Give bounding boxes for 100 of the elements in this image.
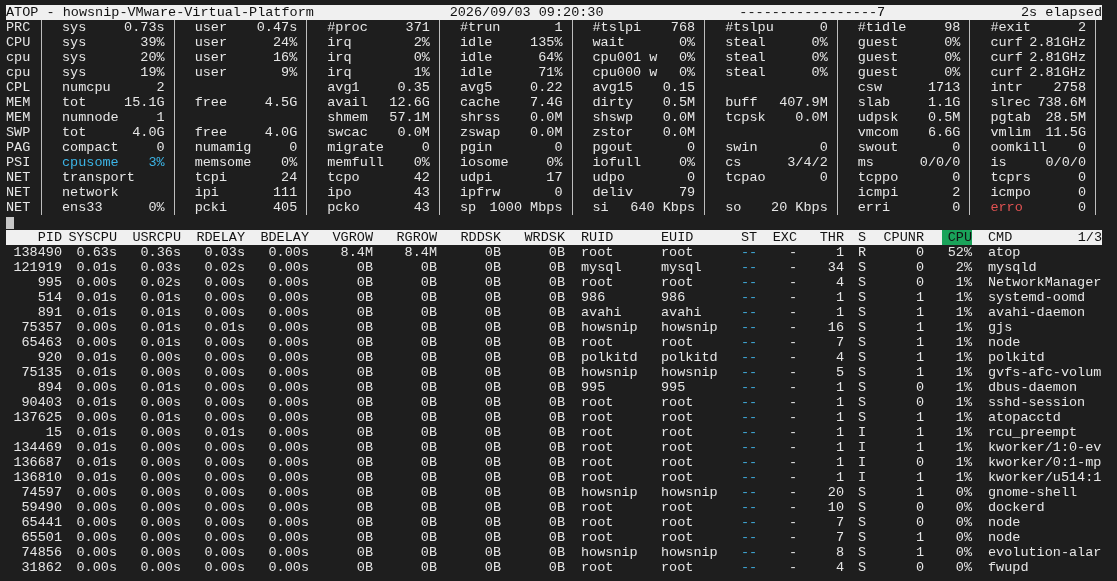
table-cell: 0B — [420, 275, 437, 290]
metric-label: user — [194, 65, 228, 80]
metric-label: memsome — [194, 155, 252, 170]
table-cell: - — [788, 560, 797, 575]
metric-value: 0/0/0 — [919, 155, 961, 170]
table-cell: 0B — [420, 365, 437, 380]
table-cell: 8.4M — [404, 245, 437, 260]
column-header: BDELAY — [260, 230, 309, 245]
table-cell: 0.00s — [140, 515, 181, 530]
metric-label: tot — [62, 125, 87, 140]
elapsed-time: 2s elapsed — [1020, 5, 1102, 20]
table-cell: 0B — [548, 560, 565, 575]
table-cell: 0% — [955, 515, 972, 530]
table-cell: -- — [741, 530, 758, 545]
metric-label: user — [194, 35, 228, 50]
table-cell: 7 — [835, 530, 844, 545]
table-cell: 1% — [955, 335, 972, 350]
metric-label: pgin — [459, 140, 493, 155]
metric-value: 24% — [272, 35, 298, 50]
metric-value: 43 — [413, 185, 430, 200]
column-header: EXC — [772, 230, 797, 245]
table-cell: 0.00s — [268, 470, 309, 485]
table-cell: 0.00s — [140, 440, 181, 455]
table-cell: root — [661, 275, 694, 290]
column-header: RGROW — [396, 230, 437, 245]
table-cell: root — [661, 515, 694, 530]
table-cell: 10 — [827, 500, 844, 515]
table-cell: 1% — [955, 380, 972, 395]
table-cell: 0.00s — [268, 380, 309, 395]
table-cell: dockerd — [988, 500, 1045, 515]
table-cell: howsnip — [661, 485, 718, 500]
table-cell: -- — [741, 305, 758, 320]
table-cell: 894 — [37, 380, 62, 395]
metric-value: 135% — [530, 35, 563, 50]
metric-value: 1713 — [927, 80, 961, 95]
table-cell: 0B — [420, 425, 437, 440]
metric-value: 0 — [554, 140, 563, 155]
table-cell: 1 — [915, 440, 924, 455]
table-cell: 986 — [581, 290, 606, 305]
table-cell: howsnip — [661, 545, 718, 560]
table-cell: 0.00s — [204, 545, 245, 560]
table-cell: root — [661, 470, 694, 485]
metric-value: 0 — [687, 140, 696, 155]
table-cell: -- — [741, 290, 758, 305]
metric-label: user — [194, 50, 228, 65]
metric-value: 405 — [272, 200, 298, 215]
table-cell: 0.00s — [140, 455, 181, 470]
table-cell: root — [581, 470, 614, 485]
metric-label: sys — [62, 20, 87, 35]
table-cell: 0B — [356, 380, 373, 395]
metric-value: 4.0G — [264, 125, 298, 140]
metric-value: 19% — [140, 65, 165, 80]
table-cell: S — [858, 500, 867, 515]
table-cell: 0.00s — [268, 290, 309, 305]
page-indicator: 1/3 — [1077, 230, 1102, 245]
metric-value: 43 — [413, 200, 430, 215]
table-cell: 0B — [548, 350, 565, 365]
metric-value: 28.5M — [1045, 110, 1086, 125]
table-cell: 0B — [420, 455, 437, 470]
table-cell: I — [858, 440, 867, 455]
table-cell: 0.00s — [268, 455, 309, 470]
table-cell: root — [581, 410, 614, 425]
table-cell: mysql — [661, 260, 702, 275]
metric-value: 0 — [687, 170, 696, 185]
table-cell: 1% — [955, 305, 972, 320]
table-cell: 0.00s — [140, 500, 181, 515]
metric-value: 0 — [554, 185, 563, 200]
metric-label: curf — [990, 50, 1023, 65]
table-cell: 0B — [356, 455, 373, 470]
table-cell: 0B — [548, 290, 565, 305]
table-cell: howsnip — [581, 365, 638, 380]
table-cell: -- — [741, 410, 758, 425]
metric-label: steal — [725, 50, 766, 65]
table-cell: -- — [741, 365, 758, 380]
metric-label: tcpsk — [725, 110, 766, 125]
table-cell: 0B — [548, 335, 565, 350]
table-cell: howsnip — [661, 320, 718, 335]
table-cell: - — [788, 440, 797, 455]
table-cell: - — [788, 515, 797, 530]
table-cell: -- — [741, 350, 758, 365]
table-cell: 0B — [484, 290, 501, 305]
table-cell: polkitd — [988, 350, 1045, 365]
metric-label: sys — [62, 65, 87, 80]
column-header: RDELAY — [196, 230, 245, 245]
table-cell: node — [988, 515, 1021, 530]
metric-label: ipfrw — [459, 185, 501, 200]
table-cell: 0B — [356, 275, 373, 290]
row-label: cpu — [6, 50, 32, 65]
table-cell: root — [581, 560, 614, 575]
metric-label: zswap — [459, 125, 501, 140]
table-cell: 0B — [356, 365, 373, 380]
table-cell: 0.01s — [76, 290, 117, 305]
metric-label: numcpu — [62, 80, 111, 95]
table-cell: 0.00s — [140, 560, 181, 575]
metric-value: 738.6M — [1037, 95, 1086, 110]
table-cell: 1% — [955, 275, 972, 290]
table-cell: 0 — [915, 380, 924, 395]
table-cell: 0B — [420, 320, 437, 335]
table-cell: 514 — [37, 290, 62, 305]
table-cell: kworker/1:0-ev — [988, 440, 1102, 455]
